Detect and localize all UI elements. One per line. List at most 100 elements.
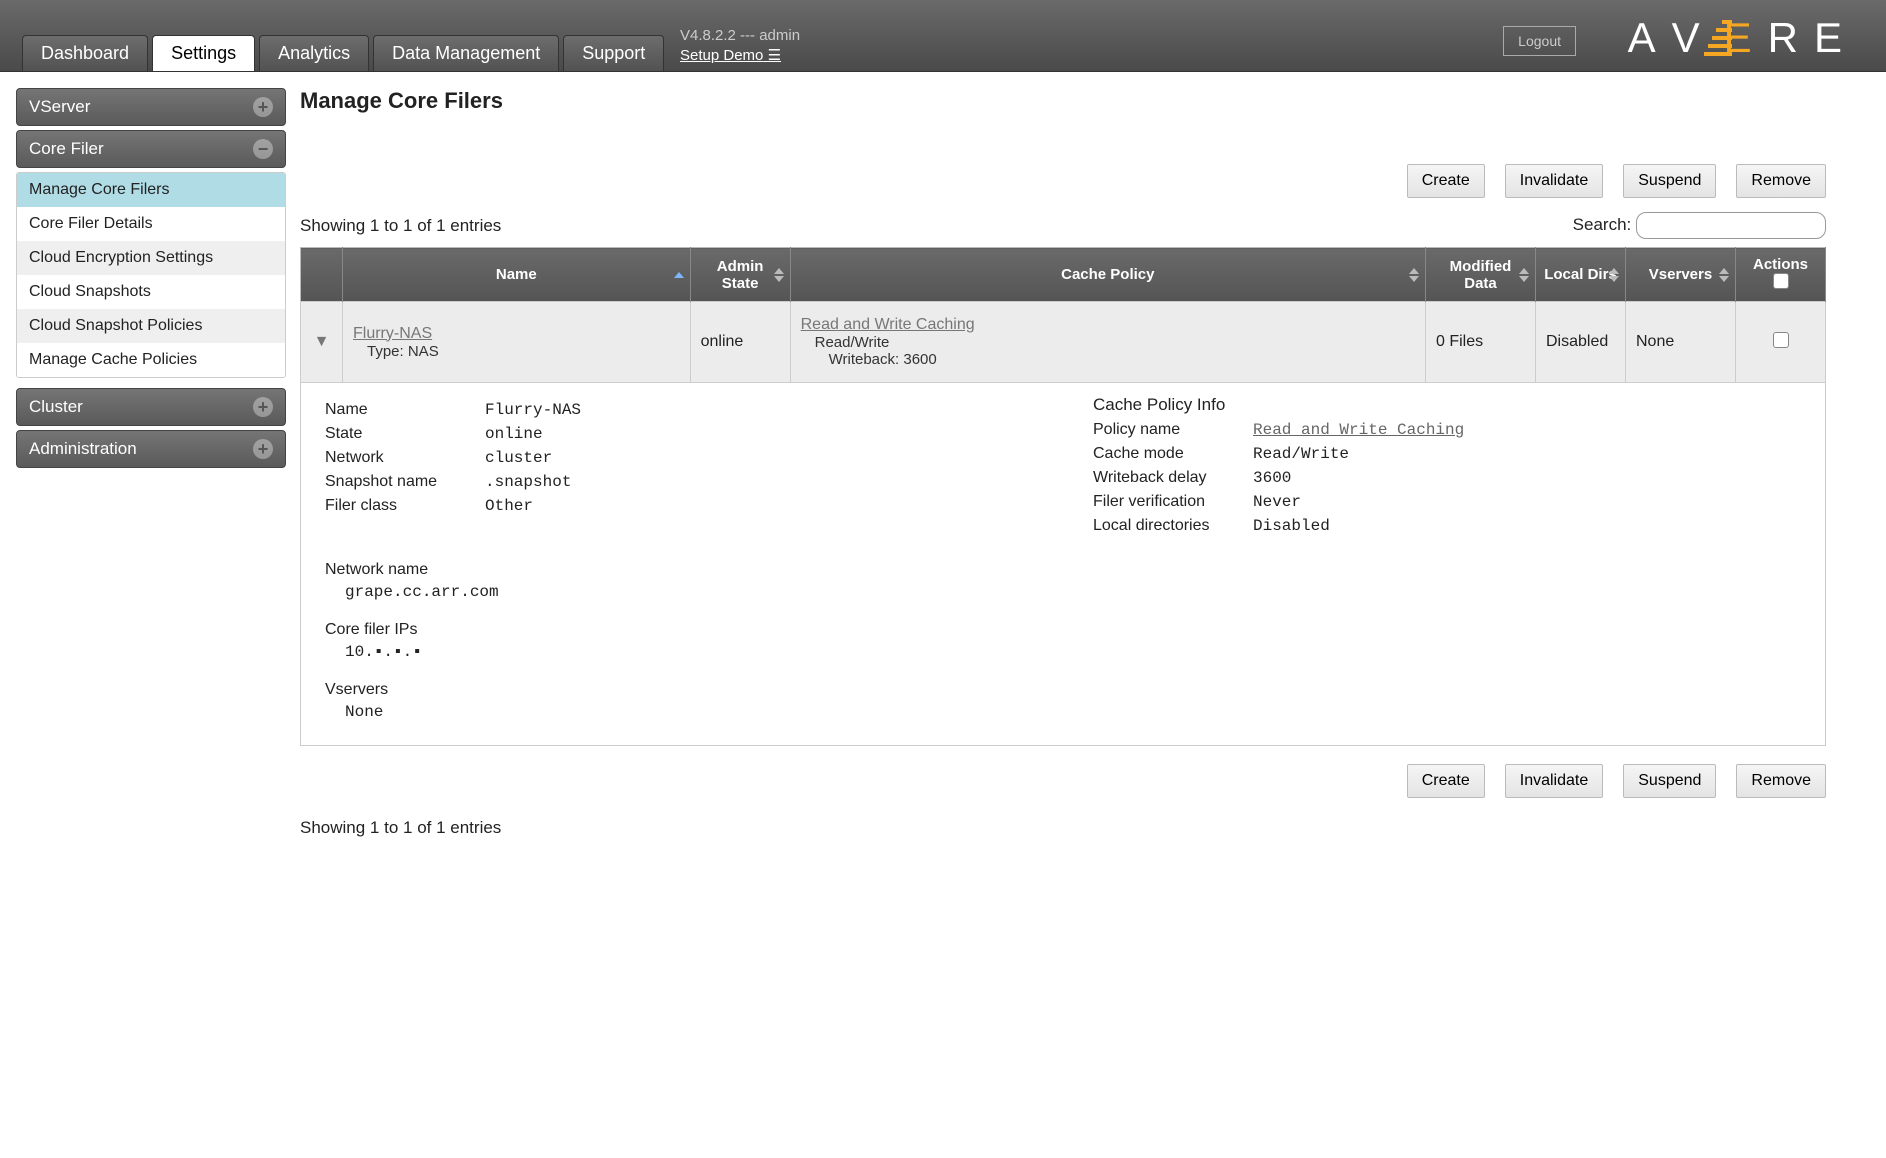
sidebar-item-cloud-snapshots[interactable]: Cloud Snapshots xyxy=(17,275,285,309)
detail-label: Policy name xyxy=(1093,421,1253,439)
col-vservers[interactable]: Vservers xyxy=(1626,248,1736,302)
detail-label: Snapshot name xyxy=(325,473,485,491)
detail-label: Local directories xyxy=(1093,517,1253,535)
suspend-button[interactable]: Suspend xyxy=(1623,164,1716,198)
cell-local-dirs: Disabled xyxy=(1536,302,1626,383)
row-details-panel: NameFlurry-NAS Stateonline Networkcluste… xyxy=(300,383,1826,746)
detail-label: Network xyxy=(325,449,485,467)
tab-settings[interactable]: Settings xyxy=(152,35,255,71)
row-checkbox[interactable] xyxy=(1773,332,1789,348)
remove-button[interactable]: Remove xyxy=(1736,764,1826,798)
detail-value: cluster xyxy=(485,449,552,467)
page-title: Manage Core Filers xyxy=(300,88,1826,114)
col-cache-policy[interactable]: Cache Policy xyxy=(790,248,1425,302)
detail-label: Writeback delay xyxy=(1093,469,1253,487)
filer-name-link[interactable]: Flurry-NAS xyxy=(353,325,432,342)
cache-policy-info-heading: Cache Policy Info xyxy=(1093,395,1801,415)
table-row: ▼ Flurry-NAS Type: NAS online Read and W… xyxy=(301,302,1826,383)
col-name[interactable]: Name xyxy=(343,248,691,302)
sidebar-item-cloud-snapshot-policies[interactable]: Cloud Snapshot Policies xyxy=(17,309,285,343)
search-input[interactable] xyxy=(1636,212,1826,239)
col-admin-state[interactable]: Admin State xyxy=(690,248,790,302)
cache-mode: Read/Write xyxy=(815,334,1415,351)
detail-value: Read/Write xyxy=(1253,445,1349,463)
tab-support[interactable]: Support xyxy=(563,35,664,71)
cell-modified-data: 0 Files xyxy=(1426,302,1536,383)
vservers-value: None xyxy=(345,703,1801,721)
suspend-button[interactable]: Suspend xyxy=(1623,764,1716,798)
search-label: Search: xyxy=(1573,215,1632,234)
sort-desc-icon xyxy=(1519,276,1529,282)
row-expander[interactable]: ▼ xyxy=(301,302,343,383)
detail-value: Flurry-NAS xyxy=(485,401,581,419)
writeback: Writeback: 3600 xyxy=(829,351,1415,368)
plus-icon: + xyxy=(253,397,273,417)
sidebar-section-vserver[interactable]: VServer + xyxy=(16,88,286,126)
network-name-value: grape.cc.arr.com xyxy=(345,583,1801,601)
version-text: V4.8.2.2 --- admin xyxy=(680,26,800,46)
sidebar-section-core-filer[interactable]: Core Filer − xyxy=(16,130,286,168)
avere-logo: AV ERE xyxy=(1628,14,1856,62)
sidebar-item-core-filer-details[interactable]: Core Filer Details xyxy=(17,207,285,241)
cache-policy-link[interactable]: Read and Write Caching xyxy=(801,316,975,333)
sort-asc-icon xyxy=(1519,268,1529,274)
sort-asc-icon xyxy=(1609,268,1619,274)
core-ips-label: Core filer IPs xyxy=(325,621,1801,639)
logout-button[interactable]: Logout xyxy=(1503,26,1576,56)
sidebar-section-cluster[interactable]: Cluster + xyxy=(16,388,286,426)
policy-name-link[interactable]: Read and Write Caching xyxy=(1253,421,1464,439)
network-name-label: Network name xyxy=(325,561,1801,579)
core-filers-table: Name Admin State Cache Policy Modified D… xyxy=(300,247,1826,383)
sort-asc-icon xyxy=(1719,268,1729,274)
sort-asc-icon xyxy=(674,272,684,278)
minus-icon: − xyxy=(253,139,273,159)
top-header: Logout AV ERE V4.8.2.2 --- admin Setup D… xyxy=(0,0,1886,72)
detail-value: Never xyxy=(1253,493,1301,511)
showing-text-bottom: Showing 1 to 1 of 1 entries xyxy=(300,818,1826,838)
sort-desc-icon xyxy=(774,276,784,282)
tab-analytics[interactable]: Analytics xyxy=(259,35,369,71)
cell-admin-state: online xyxy=(690,302,790,383)
plus-icon: + xyxy=(253,97,273,117)
plus-icon: + xyxy=(253,439,273,459)
detail-value: .snapshot xyxy=(485,473,571,491)
select-all-checkbox[interactable] xyxy=(1773,273,1789,289)
main-tabs: Dashboard Settings Analytics Data Manage… xyxy=(22,35,664,71)
sort-desc-icon xyxy=(1609,276,1619,282)
sort-desc-icon xyxy=(1719,276,1729,282)
invalidate-button[interactable]: Invalidate xyxy=(1505,164,1604,198)
remove-button[interactable]: Remove xyxy=(1736,164,1826,198)
sidebar-item-manage-cache-policies[interactable]: Manage Cache Policies xyxy=(17,343,285,377)
setup-demo-link[interactable]: Setup Demo ☰ xyxy=(680,47,781,64)
col-modified-data[interactable]: Modified Data xyxy=(1426,248,1536,302)
sidebar-item-manage-core-filers[interactable]: Manage Core Filers xyxy=(17,173,285,207)
vservers-label: Vservers xyxy=(325,681,1801,699)
sort-desc-icon xyxy=(1409,276,1419,282)
col-expand xyxy=(301,248,343,302)
core-ips-value: 10.▪.▪.▪ xyxy=(345,643,1801,661)
sidebar-items-core-filer: Manage Core Filers Core Filer Details Cl… xyxy=(16,172,286,378)
sidebar: VServer + Core Filer − Manage Core Filer… xyxy=(0,72,290,878)
detail-label: Name xyxy=(325,401,485,419)
showing-text-top: Showing 1 to 1 of 1 entries xyxy=(300,216,501,236)
sidebar-item-cloud-encryption[interactable]: Cloud Encryption Settings xyxy=(17,241,285,275)
sidebar-section-administration[interactable]: Administration + xyxy=(16,430,286,468)
sort-asc-icon xyxy=(1409,268,1419,274)
invalidate-button[interactable]: Invalidate xyxy=(1505,764,1604,798)
detail-value: 3600 xyxy=(1253,469,1291,487)
tab-dashboard[interactable]: Dashboard xyxy=(22,35,148,71)
doc-icon: ☰ xyxy=(768,47,781,64)
action-toolbar-top: Create Invalidate Suspend Remove xyxy=(300,164,1826,198)
detail-label: Cache mode xyxy=(1093,445,1253,463)
col-actions: Actions xyxy=(1736,248,1826,302)
action-toolbar-bottom: Create Invalidate Suspend Remove xyxy=(300,764,1826,798)
detail-value: Disabled xyxy=(1253,517,1330,535)
detail-label: Filer verification xyxy=(1093,493,1253,511)
col-local-dirs[interactable]: Local Dirs xyxy=(1536,248,1626,302)
tab-data-management[interactable]: Data Management xyxy=(373,35,559,71)
create-button[interactable]: Create xyxy=(1407,764,1485,798)
detail-value: Other xyxy=(485,497,533,515)
create-button[interactable]: Create xyxy=(1407,164,1485,198)
detail-value: online xyxy=(485,425,543,443)
sort-asc-icon xyxy=(774,268,784,274)
